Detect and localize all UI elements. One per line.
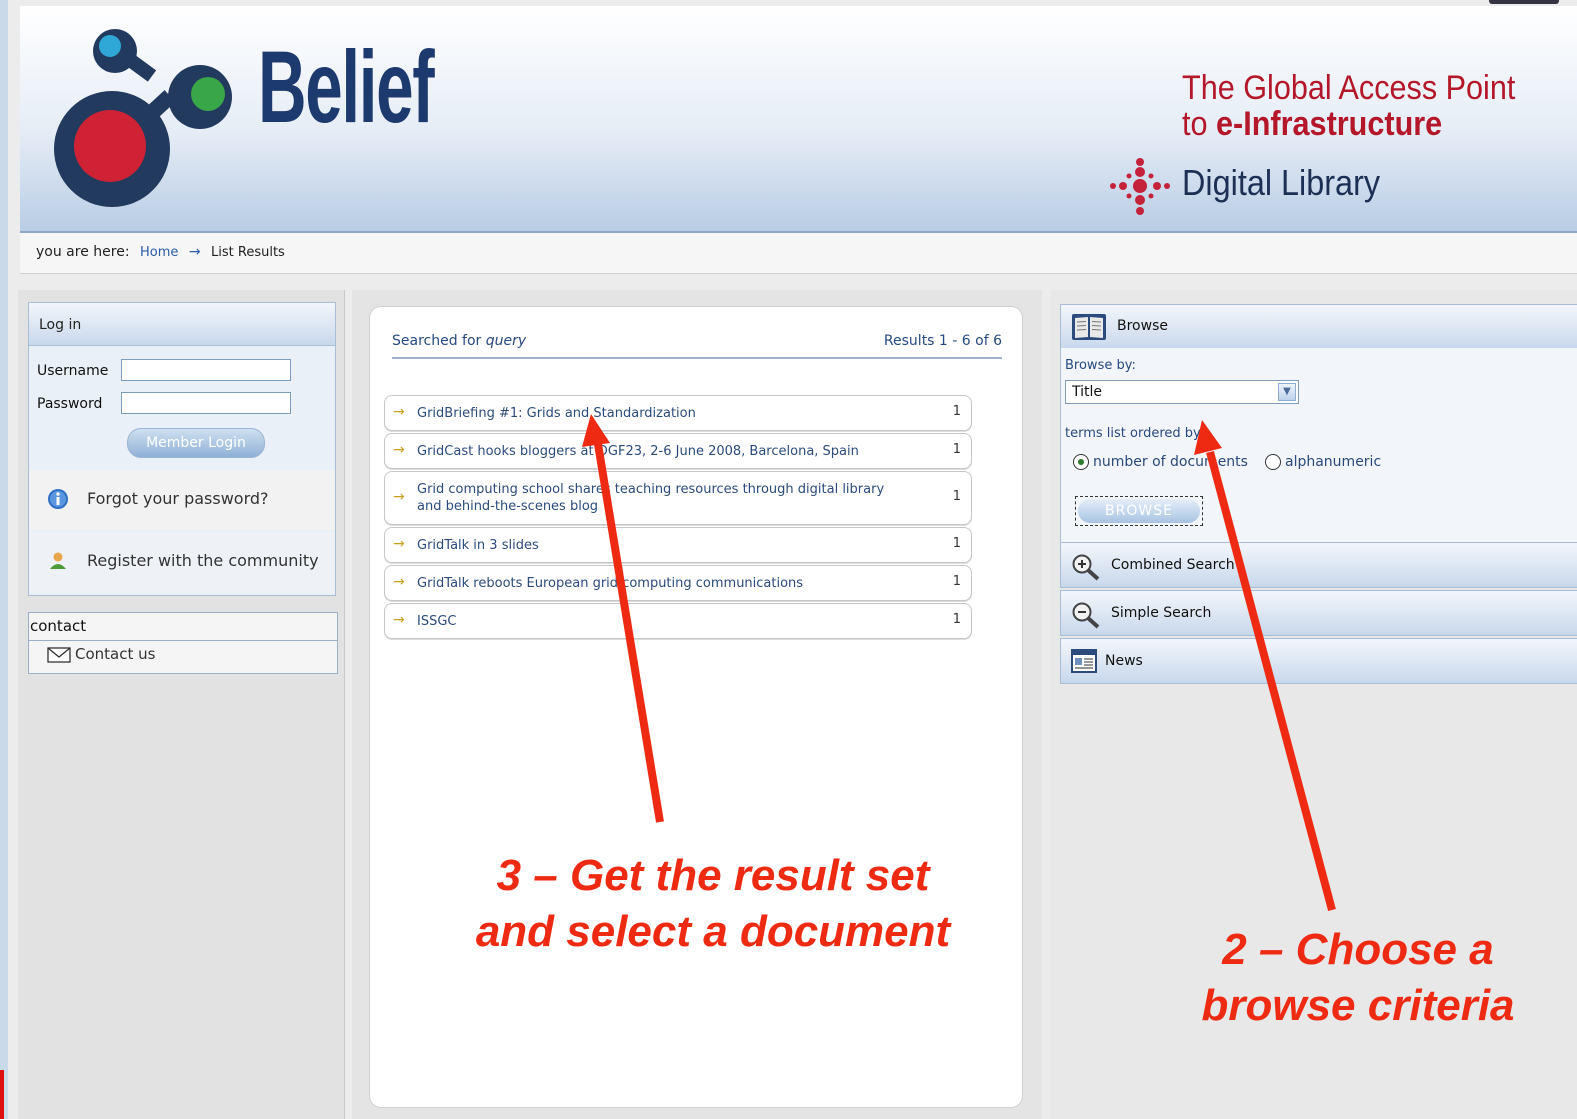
slide-edge-mark — [0, 1070, 4, 1119]
result-count: 1 — [952, 489, 961, 504]
zoom-in-icon — [1072, 554, 1100, 581]
info-icon — [48, 489, 68, 509]
result-title[interactable]: GridBriefing #1: Grids and Standardizati… — [417, 396, 897, 430]
radio-docs-label: number of documents — [1093, 454, 1248, 470]
result-title[interactable]: ISSGC — [417, 604, 897, 638]
annotation-step3-line2: and select a document — [475, 907, 951, 956]
annotation-step3-line1: 3 – Get the result set — [496, 851, 930, 900]
result-item[interactable]: → GridTalk in 3 slides 1 — [384, 527, 972, 563]
belief-logo-icon — [54, 29, 232, 207]
annotation-step2: 2 – Choose a browse criteria — [1168, 922, 1548, 1034]
results-panel: Searched for query Results 1 - 6 of 6 → … — [369, 306, 1023, 1108]
member-login-button[interactable]: Member Login — [127, 428, 265, 458]
page: Belief The Global Access Point to e-Infr… — [8, 0, 1577, 1119]
tagline-prefix: to — [1182, 105, 1217, 143]
forgot-password-label: Forgot your password? — [87, 489, 269, 508]
contact-title: contact — [29, 613, 338, 641]
results-count: Results 1 - 6 of 6 — [883, 333, 1002, 349]
username-input[interactable] — [121, 359, 291, 381]
results-column: Searched for query Results 1 - 6 of 6 → … — [352, 290, 1042, 1119]
login-panel-title: Log in — [28, 302, 336, 346]
result-arrow-icon: → — [393, 442, 405, 458]
password-label: Password — [37, 396, 103, 412]
result-title[interactable]: Grid computing school shares teaching re… — [417, 472, 897, 524]
news-section[interactable]: News — [1060, 638, 1577, 684]
breadcrumb: you are here: Home → List Results — [20, 233, 1577, 274]
search-summary-bar: Searched for query Results 1 - 6 of 6 — [392, 333, 1002, 359]
result-count: 1 — [952, 442, 961, 457]
digital-library-icon — [1110, 158, 1170, 215]
searched-for-text: Searched for query — [392, 333, 526, 349]
simple-search-section[interactable]: Simple Search — [1060, 590, 1577, 636]
browse-by-value: Title — [1072, 384, 1103, 400]
browse-title: Browse — [1117, 318, 1168, 334]
result-arrow-icon: → — [393, 612, 405, 628]
register-link[interactable]: Register with the community — [29, 532, 335, 592]
register-label: Register with the community — [87, 551, 319, 570]
result-count: 1 — [952, 612, 961, 627]
result-arrow-icon: → — [393, 536, 405, 552]
searched-for-prefix: Searched for — [392, 333, 486, 349]
forgot-password-link[interactable]: Forgot your password? — [29, 470, 335, 530]
user-icon — [50, 552, 66, 569]
header-banner: Belief The Global Access Point to e-Infr… — [20, 6, 1577, 233]
result-arrow-icon: → — [393, 489, 405, 505]
contact-us-link[interactable]: Contact us — [47, 645, 155, 663]
result-item[interactable]: → ISSGC 1 — [384, 603, 972, 639]
contact-panel: contact Contact us — [28, 612, 338, 674]
radio-number-of-documents[interactable]: number of documents — [1073, 454, 1248, 470]
tagline-bold: e-Infrastructure — [1216, 105, 1443, 143]
result-count: 1 — [952, 536, 961, 551]
result-title[interactable]: GridTalk in 3 slides — [417, 528, 897, 562]
radio-selected-icon[interactable] — [1073, 454, 1089, 470]
result-count: 1 — [952, 404, 961, 419]
browse-panel: Browse by: Title ▼ terms list ordered by… — [1060, 348, 1577, 544]
envelope-icon — [47, 646, 71, 663]
window-corner-tab — [1489, 0, 1559, 4]
contact-us-label: Contact us — [75, 645, 156, 663]
zoom-out-icon — [1072, 602, 1100, 629]
result-item[interactable]: → GridBriefing #1: Grids and Standardiza… — [384, 395, 972, 431]
news-icon — [1071, 649, 1097, 673]
left-sidebar: Log in Username Password Member Login Fo… — [18, 290, 345, 1119]
annotation-step2-line1: 2 – Choose a — [1222, 925, 1494, 974]
result-title[interactable]: GridCast hooks bloggers at OGF23, 2-6 Ju… — [417, 434, 897, 468]
breadcrumb-arrow-icon: → — [188, 244, 201, 260]
news-label: News — [1105, 653, 1143, 669]
radio-alpha-label: alphanumeric — [1285, 454, 1382, 470]
login-panel: Username Password Member Login Forgot yo… — [28, 346, 336, 596]
radio-unselected-icon[interactable] — [1265, 454, 1281, 470]
result-arrow-icon: → — [393, 574, 405, 590]
result-count: 1 — [952, 574, 961, 589]
browse-button-label: BROWSE — [1078, 499, 1200, 523]
browse-panel-header[interactable]: Browse — [1060, 304, 1577, 350]
brand-name: Belief — [258, 30, 435, 144]
annotation-step2-line2: browse criteria — [1201, 981, 1515, 1030]
combined-search-label: Combined Search — [1111, 557, 1235, 573]
result-item[interactable]: → GridTalk reboots European grid computi… — [384, 565, 972, 601]
password-input[interactable] — [121, 392, 291, 414]
select-dropdown-icon[interactable]: ▼ — [1278, 383, 1296, 401]
result-item[interactable]: → GridCast hooks bloggers at OGF23, 2-6 … — [384, 433, 972, 469]
order-label: terms list ordered by — [1065, 426, 1201, 441]
simple-search-label: Simple Search — [1111, 605, 1212, 621]
result-arrow-icon: → — [393, 404, 405, 420]
browse-button[interactable]: BROWSE — [1075, 496, 1203, 526]
breadcrumb-prefix: you are here: — [36, 244, 130, 260]
breadcrumb-current: List Results — [211, 245, 285, 260]
result-title[interactable]: GridTalk reboots European grid computing… — [417, 566, 897, 600]
result-item[interactable]: → Grid computing school shares teaching … — [384, 471, 972, 525]
browse-by-label: Browse by: — [1065, 358, 1136, 373]
tagline-line2: to e-Infrastructure — [1182, 106, 1442, 142]
digital-library-label: Digital Library — [1182, 162, 1381, 203]
username-label: Username — [37, 363, 109, 379]
combined-search-section[interactable]: Combined Search — [1060, 542, 1577, 588]
tagline-line1: The Global Access Point — [1182, 69, 1516, 107]
annotation-step3: 3 – Get the result set and select a docu… — [448, 848, 978, 960]
search-query: query — [485, 333, 527, 349]
breadcrumb-home-link[interactable]: Home — [140, 245, 178, 260]
browse-by-select[interactable]: Title ▼ — [1065, 380, 1299, 404]
book-icon — [1072, 314, 1106, 340]
radio-alphanumeric[interactable]: alphanumeric — [1265, 454, 1381, 470]
